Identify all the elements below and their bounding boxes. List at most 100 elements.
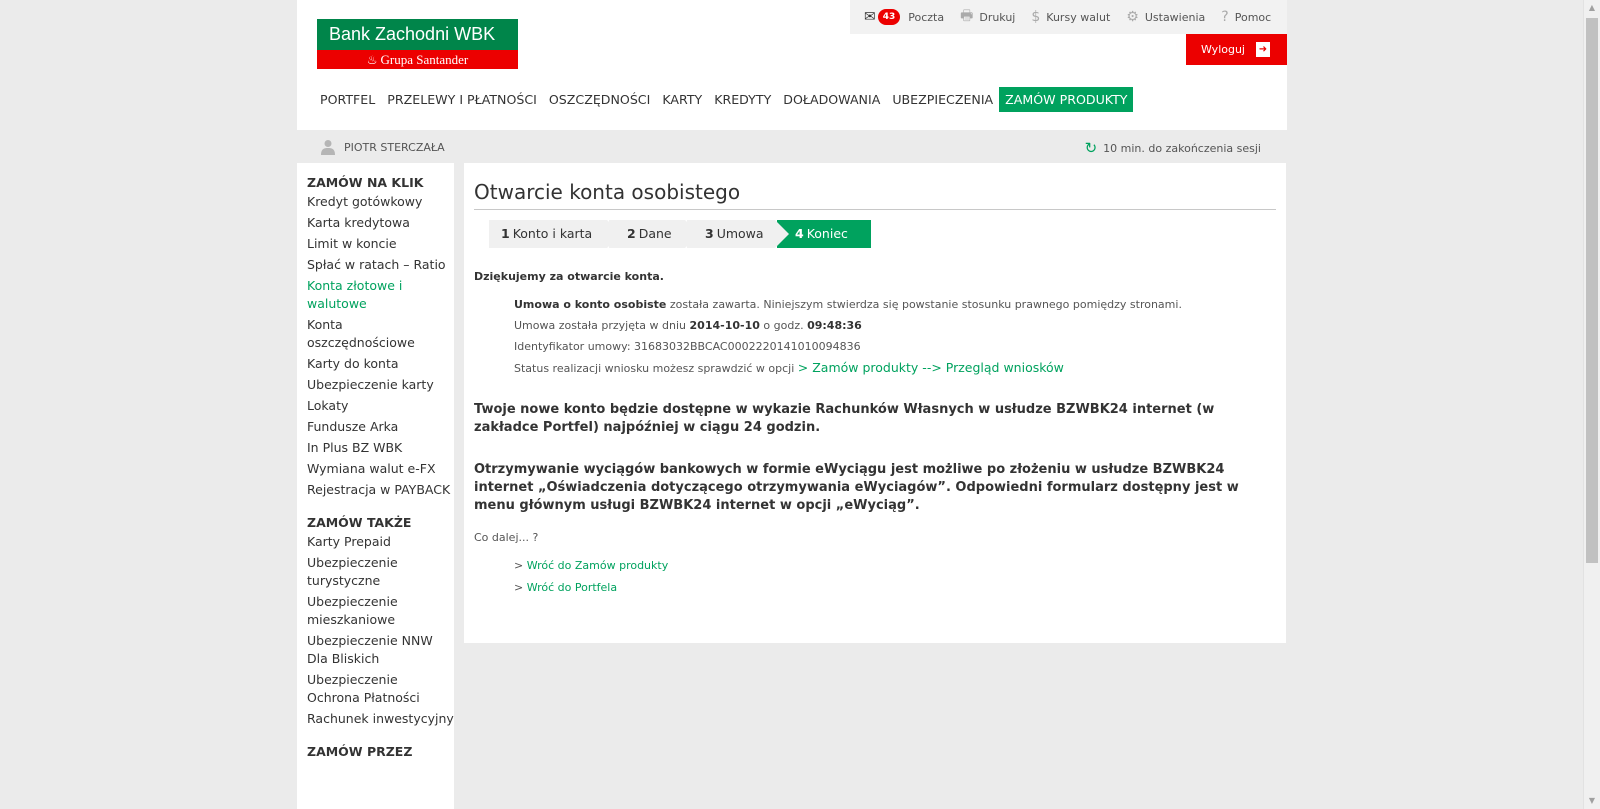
mail-label: Poczta xyxy=(908,10,945,24)
sidebar-item-wymiana-walut[interactable]: Wymiana walut e-FX xyxy=(307,459,454,480)
step-number: 1 xyxy=(501,226,510,241)
contract-identifier: Identyfikator umowy: 31683032BBCAC000222… xyxy=(514,340,861,353)
logo-bank-name: Bank Zachodni WBK xyxy=(317,19,518,50)
contract-line: Umowa o konto osobiste została zawarta. … xyxy=(514,294,1276,315)
sidebar-heading-zamow-takze: ZAMÓW TAKŻE xyxy=(307,515,412,530)
sidebar-item-lokaty[interactable]: Lokaty xyxy=(307,396,454,417)
step-number: 4 xyxy=(795,226,804,241)
sidebar-item-payback[interactable]: Rejestracja w PAYBACK xyxy=(307,480,454,501)
session-timer[interactable]: ↻ 10 min. do zakończenia sesji xyxy=(1085,139,1261,157)
status-line: Status realizacji wniosku możesz sprawdz… xyxy=(514,357,1276,379)
estatement-notice: Otrzymywanie wyciągów bankowych w formie… xyxy=(474,462,1239,513)
next-links: > Wróć do Zamów produkty > Wróć do Portf… xyxy=(514,555,1276,599)
thanks-message: Dziękujemy za otwarcie konta. xyxy=(474,270,664,283)
step-number: 3 xyxy=(705,226,714,241)
step-label: Umowa xyxy=(716,226,764,241)
step-koniec-active: 4 Koniec xyxy=(777,220,871,248)
user-bar: PIOTR STERCZAŁA ↻ 10 min. do zakończenia… xyxy=(297,130,1287,163)
currency-exchange-icon: $ xyxy=(1031,9,1041,25)
sidebar-item-rachunek-inwestycyjny[interactable]: Rachunek inwestycyjny xyxy=(307,709,454,730)
scrollbar-thumb[interactable] xyxy=(1586,18,1598,563)
nav-oszczednosci[interactable]: OSZCZĘDNOŚCI xyxy=(543,87,656,112)
refresh-icon: ↻ xyxy=(1084,139,1098,157)
sidebar-item-ochrona-platnosci[interactable]: Ubezpieczenie Ochrona Płatności xyxy=(307,670,454,709)
sidebar: ZAMÓW NA KLIK Kredyt gotówkowy Karta kre… xyxy=(297,163,454,809)
vertical-scrollbar[interactable]: ▲ ▼ xyxy=(1583,0,1600,809)
user-name: PIOTR STERCZAŁA xyxy=(344,140,445,154)
accepted-mid: o godz. xyxy=(759,319,808,332)
nav-kredyty[interactable]: KREDYTY xyxy=(708,87,777,112)
back-to-portfolio-link[interactable]: Wróć do Portfela xyxy=(527,581,617,594)
header: Bank Zachodni WBK ♨ Grupa Santander ✉ 43 … xyxy=(297,0,1287,130)
contract-details: Umowa o konto osobiste została zawarta. … xyxy=(514,294,1276,379)
accepted-time: 09:48:36 xyxy=(807,319,862,332)
exchange-rates-label: Kursy walut xyxy=(1046,10,1111,24)
progress-steps: 1 Konto i karta 2 Dane 3 Umowa 4 Koniec xyxy=(489,220,1276,248)
settings-link[interactable]: ⚙ Ustawienia xyxy=(1126,9,1205,25)
user-icon xyxy=(321,140,335,155)
sidebar-item-karta-kredytowa[interactable]: Karta kredytowa xyxy=(307,213,454,234)
sidebar-item-kredyt-gotowkowy[interactable]: Kredyt gotówkowy xyxy=(307,192,454,213)
sidebar-item-ubezpieczenie-mieszkaniowe[interactable]: Ubezpieczenie mieszkaniowe xyxy=(307,592,454,631)
link-row: > Wróć do Portfela xyxy=(514,581,618,594)
nav-doladowania[interactable]: DOŁADOWANIA xyxy=(777,87,886,112)
nav-zamow-produkty[interactable]: ZAMÓW PRODUKTY xyxy=(999,87,1134,112)
contract-status: została zawarta. Niniejszym stwierdza si… xyxy=(666,298,1182,311)
back-to-order-products-link[interactable]: Wróć do Zamów produkty xyxy=(527,559,669,572)
utility-bar: ✉ 43 Poczta 🖶 Drukuj $ Kursy walut ⚙ Ust… xyxy=(850,0,1287,34)
printer-icon: 🖶 xyxy=(960,8,974,24)
mail-link[interactable]: ✉ 43 Poczta xyxy=(864,9,944,25)
nav-portfel[interactable]: PORTFEL xyxy=(317,87,381,112)
sidebar-item-ubezpieczenie-turystyczne[interactable]: Ubezpieczenie turystyczne xyxy=(307,553,454,592)
whats-next-label: Co dalej... ? xyxy=(474,531,539,544)
step-label: Konto i karta xyxy=(512,226,593,241)
accepted-line: Umowa została przyjęta w dniu 2014-10-10… xyxy=(514,315,1276,336)
page-title: Otwarcie konta osobistego xyxy=(474,163,1276,210)
logout-icon: ➜ xyxy=(1256,42,1270,57)
nav-ubezpieczenia[interactable]: UBEZPIECZENIA xyxy=(886,87,999,112)
sidebar-item-fundusze-arka[interactable]: Fundusze Arka xyxy=(307,417,454,438)
step-umowa: 3 Umowa xyxy=(687,220,789,248)
logout-label: Wyloguj xyxy=(1201,43,1245,56)
print-link[interactable]: 🖶 Drukuj xyxy=(960,5,1015,29)
bank-logo[interactable]: Bank Zachodni WBK ♨ Grupa Santander xyxy=(317,19,518,69)
scroll-up-arrow-icon[interactable]: ▲ xyxy=(1584,0,1600,16)
sidebar-heading-zamow-przez: ZAMÓW PRZEZ xyxy=(307,744,413,759)
sidebar-item-splac-w-ratach[interactable]: Spłać w ratach – Ratio xyxy=(307,255,454,276)
help-icon: ? xyxy=(1221,9,1229,25)
sidebar-item-ubezpieczenie-nnw[interactable]: Ubezpieczenie NNW Dla Bliskich xyxy=(307,631,454,670)
gear-icon: ⚙ xyxy=(1126,9,1139,25)
logo-group: ♨ Grupa Santander xyxy=(317,50,518,69)
sidebar-item-in-plus[interactable]: In Plus BZ WBK xyxy=(307,438,454,459)
user-info: PIOTR STERCZAŁA xyxy=(321,139,445,155)
status-text: Status realizacji wniosku możesz sprawdz… xyxy=(514,362,798,375)
logo-group-name: Grupa Santander xyxy=(380,52,469,67)
accepted-prefix: Umowa została przyjęta w dniu xyxy=(514,319,690,332)
main-content: Otwarcie konta osobistego 1 Konto i karta… xyxy=(464,163,1286,643)
help-label: Pomoc xyxy=(1234,10,1272,24)
step-number: 2 xyxy=(627,226,636,241)
logout-button[interactable]: Wyloguj ➜ xyxy=(1186,34,1287,65)
sidebar-item-ubezpieczenie-karty[interactable]: Ubezpieczenie karty xyxy=(307,375,454,396)
main-nav: PORTFEL PRZELEWY I PŁATNOŚCI OSZCZĘDNOŚC… xyxy=(317,87,1134,112)
santander-flame-icon: ♨ xyxy=(366,53,378,67)
status-link[interactable]: > Zamów produkty --> Przegląd wniosków xyxy=(798,360,1064,375)
envelope-icon: ✉ xyxy=(864,9,876,25)
step-konto-i-karta: 1 Konto i karta xyxy=(489,220,621,248)
sidebar-item-karty-do-konta[interactable]: Karty do konta xyxy=(307,354,454,375)
sidebar-item-konta-zlotowe[interactable]: Konta złotowe i walutowe xyxy=(307,276,454,315)
sidebar-item-karty-prepaid[interactable]: Karty Prepaid xyxy=(307,532,454,553)
sidebar-item-limit-w-koncie[interactable]: Limit w koncie xyxy=(307,234,454,255)
nav-karty[interactable]: KARTY xyxy=(656,87,708,112)
sidebar-heading-zamow-na-klik: ZAMÓW NA KLIK xyxy=(307,175,424,190)
session-text: 10 min. do zakończenia sesji xyxy=(1103,141,1261,155)
exchange-rates-link[interactable]: $ Kursy walut xyxy=(1031,9,1110,25)
scroll-down-arrow-icon[interactable]: ▼ xyxy=(1584,793,1600,809)
sidebar-item-konta-oszczednosciowe[interactable]: Konta oszczędnościowe xyxy=(307,315,454,354)
accepted-date: 2014-10-10 xyxy=(689,319,760,332)
help-link[interactable]: ? Pomoc xyxy=(1221,9,1271,25)
step-label: Dane xyxy=(638,226,672,241)
nav-przelewy[interactable]: PRZELEWY I PŁATNOŚCI xyxy=(381,87,543,112)
